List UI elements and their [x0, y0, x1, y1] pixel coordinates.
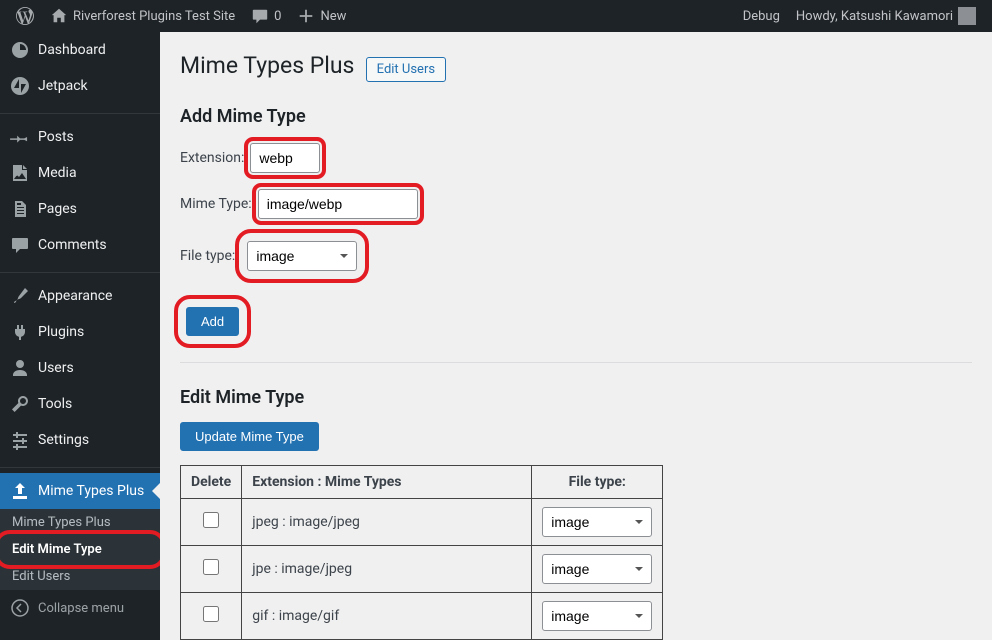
sidebar-item-pages[interactable]: Pages: [0, 191, 160, 227]
mime-type-label: Mime Type:: [180, 196, 252, 212]
collapse-icon: [10, 598, 30, 618]
sidebar-item-label: Settings: [38, 432, 89, 448]
debug-link[interactable]: Debug: [735, 0, 788, 32]
collapse-menu[interactable]: Collapse menu: [0, 590, 160, 626]
site-name-link[interactable]: Riverforest Plugins Test Site: [42, 0, 243, 32]
wp-logo[interactable]: [8, 0, 42, 32]
pin-icon: [10, 127, 30, 147]
sidebar-item-label: Mime Types Plus: [38, 483, 144, 499]
mime-types-table: Delete Extension : Mime Types File type:…: [180, 465, 663, 640]
home-icon: [50, 7, 68, 25]
sidebar-item-label: Tools: [38, 396, 72, 412]
ext-mime-cell: jpeg : image/jpeg: [242, 499, 532, 546]
menu-separator: [0, 463, 160, 468]
sidebar-item-label: Media: [38, 165, 77, 181]
sidebar-item-dashboard[interactable]: Dashboard: [0, 32, 160, 68]
sidebar-item-posts[interactable]: Posts: [0, 119, 160, 155]
collapse-label: Collapse menu: [38, 601, 124, 616]
add-mime-type-heading: Add Mime Type: [180, 106, 972, 127]
update-mime-type-button[interactable]: Update Mime Type: [180, 422, 319, 451]
greeting: Howdy, Katsushi Kawamori: [796, 9, 953, 24]
comments-icon: [10, 235, 30, 255]
comment-icon: [251, 7, 269, 25]
col-delete: Delete: [181, 466, 242, 499]
extension-label: Extension:: [180, 150, 244, 166]
delete-checkbox[interactable]: [203, 606, 219, 622]
file-type-select[interactable]: image: [247, 241, 357, 271]
menu-separator: [0, 268, 160, 273]
sidebar-item-label: Appearance: [38, 288, 112, 304]
sidebar-item-settings[interactable]: Settings: [0, 422, 160, 458]
sidebar-item-jetpack[interactable]: Jetpack: [0, 68, 160, 104]
ext-mime-cell: jpe : image/jpeg: [242, 546, 532, 593]
sidebar-item-tools[interactable]: Tools: [0, 386, 160, 422]
dashboard-icon: [10, 40, 30, 60]
sidebar-item-plugins[interactable]: Plugins: [0, 314, 160, 350]
sidebar-item-comments[interactable]: Comments: [0, 227, 160, 263]
new-label: New: [320, 9, 346, 24]
sidebar-item-label: Plugins: [38, 324, 84, 340]
edit-users-button[interactable]: Edit Users: [366, 57, 446, 82]
main-content: Mime Types Plus Edit Users Add Mime Type…: [160, 32, 992, 640]
mime-type-input[interactable]: [258, 189, 418, 219]
sidebar-item-mime-types-plus[interactable]: Mime Types Plus: [0, 473, 160, 509]
plug-icon: [10, 322, 30, 342]
jetpack-icon: [10, 76, 30, 96]
plus-icon: [297, 7, 315, 25]
submenu-item-mime-types-plus[interactable]: Mime Types Plus: [0, 509, 160, 536]
avatar: [958, 7, 976, 25]
submenu-item-edit-users[interactable]: Edit Users: [0, 563, 160, 590]
delete-checkbox[interactable]: [203, 512, 219, 528]
table-row: gif : image/gif image: [181, 593, 663, 640]
file-type-label: File type:: [180, 248, 235, 264]
user-icon: [10, 358, 30, 378]
account-link[interactable]: Howdy, Katsushi Kawamori: [788, 0, 984, 32]
sidebar-item-appearance[interactable]: Appearance: [0, 278, 160, 314]
page-title: Mime Types Plus: [180, 52, 354, 79]
sidebar-item-users[interactable]: Users: [0, 350, 160, 386]
row-file-type-select[interactable]: image: [542, 554, 652, 584]
col-ext-mime: Extension : Mime Types: [242, 466, 532, 499]
edit-mime-type-heading: Edit Mime Type: [180, 387, 972, 408]
table-row: jpeg : image/jpeg image: [181, 499, 663, 546]
submenu: Mime Types Plus Edit Mime Type Edit User…: [0, 509, 160, 590]
sliders-icon: [10, 430, 30, 450]
sidebar-item-label: Users: [38, 360, 74, 376]
delete-checkbox[interactable]: [203, 559, 219, 575]
submenu-item-edit-mime-type[interactable]: Edit Mime Type: [0, 536, 160, 563]
upload-icon: [10, 481, 30, 501]
wordpress-icon: [16, 7, 34, 25]
sidebar-item-media[interactable]: Media: [0, 155, 160, 191]
admin-bar: Riverforest Plugins Test Site 0 New Debu…: [0, 0, 992, 32]
wrench-icon: [10, 394, 30, 414]
row-file-type-select[interactable]: image: [542, 601, 652, 631]
menu-separator: [0, 109, 160, 114]
add-button[interactable]: Add: [186, 307, 239, 336]
row-file-type-select[interactable]: image: [542, 507, 652, 537]
new-link[interactable]: New: [289, 0, 354, 32]
site-name: Riverforest Plugins Test Site: [73, 9, 235, 24]
comments-link[interactable]: 0: [243, 0, 289, 32]
admin-sidebar: Dashboard Jetpack Posts Media Pages Comm…: [0, 32, 160, 640]
sidebar-item-label: Comments: [38, 237, 107, 253]
brush-icon: [10, 286, 30, 306]
sidebar-item-label: Posts: [38, 129, 74, 145]
pages-icon: [10, 199, 30, 219]
table-row: jpe : image/jpeg image: [181, 546, 663, 593]
media-icon: [10, 163, 30, 183]
sidebar-item-label: Pages: [38, 201, 77, 217]
extension-input[interactable]: [250, 143, 320, 173]
ext-mime-cell: gif : image/gif: [242, 593, 532, 640]
comments-count: 0: [274, 9, 281, 24]
sidebar-item-label: Jetpack: [38, 78, 88, 94]
sidebar-item-label: Dashboard: [38, 42, 106, 58]
col-file-type: File type:: [532, 466, 663, 499]
